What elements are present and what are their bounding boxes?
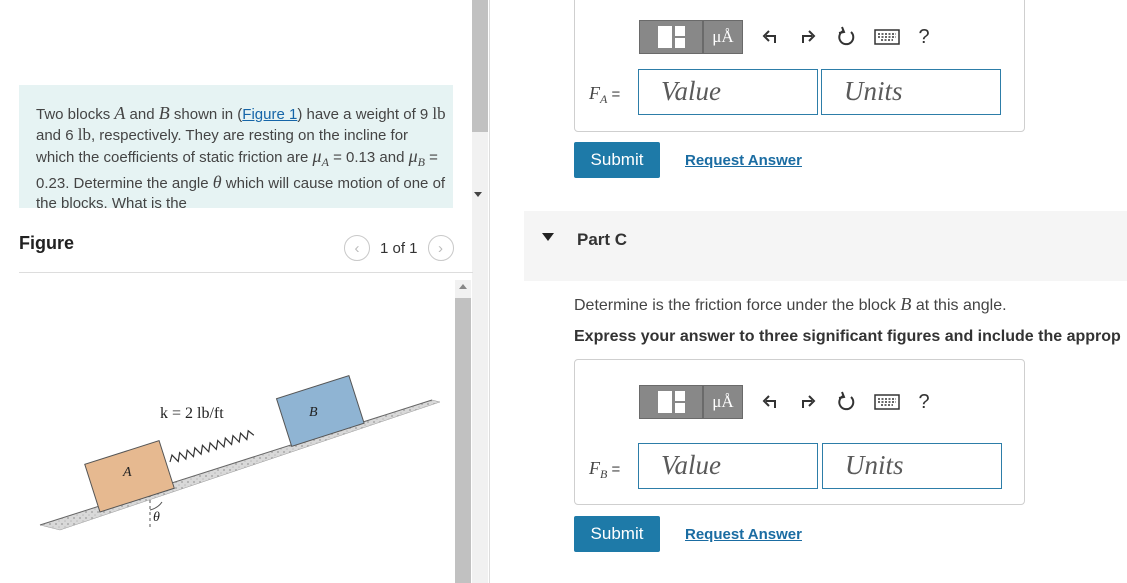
- block-a-label: A: [122, 465, 132, 480]
- redo-icon: [802, 30, 816, 43]
- figure-title: Figure: [19, 233, 75, 253]
- part-b-toolbar: μÅ ?: [639, 17, 939, 57]
- part-c-instruction: Express your answer to three significant…: [574, 328, 1121, 345]
- part-c-variable-label: FB =: [589, 458, 620, 482]
- mu-symbol: μ: [408, 146, 418, 166]
- problem-text-part: and: [125, 106, 159, 123]
- problem-text-part: = 0.13 and: [328, 149, 409, 166]
- spring: [169, 429, 255, 463]
- keyboard-icon: [874, 394, 900, 410]
- redo-button[interactable]: [789, 20, 827, 54]
- equals-sign: =: [607, 86, 621, 103]
- panel-divider: [489, 0, 490, 583]
- var-f: F: [589, 458, 600, 478]
- template-fraction-icon: [674, 26, 685, 48]
- reset-button[interactable]: [827, 20, 865, 54]
- prev-figure-button[interactable]: ‹: [344, 235, 370, 261]
- equals-sign: =: [607, 461, 621, 478]
- scroll-down-arrow-icon[interactable]: [474, 192, 482, 197]
- problem-statement: Two blocks A and B shown in (Figure 1) h…: [19, 85, 453, 208]
- figure-divider: [19, 272, 473, 273]
- part-b-answer-box: μÅ ? FA = Value Units: [574, 0, 1025, 132]
- template-block-icon: [657, 391, 672, 413]
- reset-icon: [838, 391, 855, 411]
- figure-scrollbar-thumb[interactable]: [455, 298, 471, 583]
- part-b-request-answer-link[interactable]: Request Answer: [685, 152, 802, 169]
- part-c-title[interactable]: Part C: [577, 230, 627, 250]
- problem-text-part: Two blocks: [36, 106, 115, 123]
- redo-button[interactable]: [789, 385, 827, 419]
- part-b-value-input[interactable]: Value: [638, 69, 818, 115]
- var-a: A: [114, 103, 126, 123]
- undo-icon: [762, 30, 776, 43]
- templates-button[interactable]: [639, 385, 703, 419]
- template-fraction-icon: [674, 391, 685, 413]
- problem-text-part: shown in (: [169, 106, 243, 123]
- units-button[interactable]: μÅ: [703, 20, 743, 54]
- figure-scroll-up-arrow-icon[interactable]: [459, 284, 467, 289]
- var-b: B: [158, 103, 170, 123]
- mu-subscript: A: [321, 155, 329, 169]
- var-b: B: [900, 294, 912, 314]
- part-c-question: Determine is the friction force under th…: [574, 294, 1007, 315]
- angle-arc: [149, 501, 163, 511]
- keyboard-button[interactable]: [865, 385, 909, 419]
- undo-button[interactable]: [751, 385, 789, 419]
- unit-lb: lb: [432, 104, 446, 123]
- spring-label: k = 2 lb/ft: [160, 405, 224, 422]
- part-c-toolbar: μÅ ?: [639, 382, 939, 422]
- main-scrollbar-thumb[interactable]: [472, 0, 488, 132]
- problem-text: Two blocks A and B shown in (Figure 1) h…: [36, 103, 446, 208]
- part-c-submit-button[interactable]: Submit: [574, 516, 660, 552]
- part-b-submit-button[interactable]: Submit: [574, 142, 660, 178]
- chevron-left-icon: ‹: [354, 239, 360, 257]
- block-b: [275, 374, 365, 447]
- question-text: at this angle.: [911, 297, 1007, 314]
- help-button[interactable]: ?: [909, 385, 939, 419]
- part-c-request-answer-link[interactable]: Request Answer: [685, 526, 802, 543]
- mu-symbol: μ: [312, 146, 322, 166]
- mu-subscript: B: [417, 155, 425, 169]
- question-text: Determine is the friction force under th…: [574, 297, 901, 314]
- part-c-value-input[interactable]: Value: [638, 443, 818, 489]
- undo-button[interactable]: [751, 20, 789, 54]
- collapse-triangle-icon[interactable]: [542, 233, 554, 241]
- part-c-answer-box: μÅ ? FB = Value Units: [574, 359, 1025, 505]
- var-f: F: [589, 83, 600, 103]
- theta-symbol: θ: [212, 172, 222, 192]
- angle-label: θ: [153, 510, 160, 525]
- block-b-label: B: [309, 405, 318, 420]
- reset-button[interactable]: [827, 385, 865, 419]
- template-block-icon: [657, 26, 672, 48]
- redo-icon: [802, 395, 816, 408]
- chevron-right-icon: ›: [438, 239, 444, 257]
- templates-button[interactable]: [639, 20, 703, 54]
- problem-text-part: and 6: [36, 127, 78, 144]
- unit-lb: lb: [77, 125, 91, 144]
- part-c-units-input[interactable]: Units: [822, 443, 1002, 489]
- part-b-units-input[interactable]: Units: [821, 69, 1001, 115]
- help-button[interactable]: ?: [909, 20, 939, 54]
- pager-text: 1 of 1: [380, 239, 418, 257]
- keyboard-button[interactable]: [865, 20, 909, 54]
- incline-figure: k = 2 lb/ft A B θ: [39, 374, 441, 531]
- figure-pager: ‹ 1 of 1 ›: [344, 235, 454, 261]
- problem-text-part: ) have a weight of 9: [297, 106, 433, 123]
- reset-icon: [838, 26, 855, 46]
- keyboard-icon: [874, 29, 900, 45]
- next-figure-button[interactable]: ›: [427, 235, 454, 261]
- figure-link[interactable]: Figure 1: [242, 106, 297, 123]
- units-button[interactable]: μÅ: [703, 385, 743, 419]
- part-b-variable-label: FA =: [589, 83, 620, 107]
- undo-icon: [762, 395, 776, 408]
